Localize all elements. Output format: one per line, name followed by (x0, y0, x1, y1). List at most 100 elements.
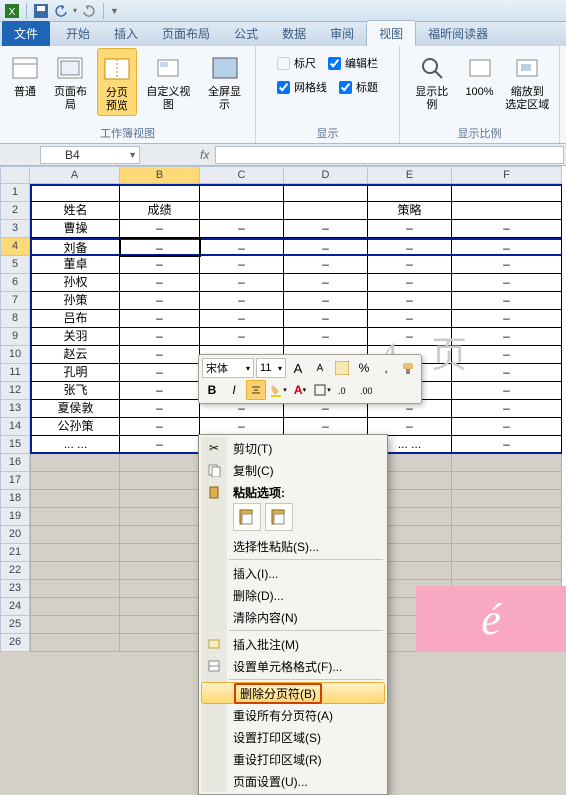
row-header[interactable]: 5 (0, 256, 30, 274)
cell[interactable]: 董卓 (30, 256, 120, 274)
cell[interactable] (120, 562, 200, 580)
cell[interactable]: – (368, 292, 452, 310)
cell[interactable] (452, 544, 562, 562)
cell[interactable] (200, 184, 284, 202)
cell[interactable] (452, 508, 562, 526)
menu-copy[interactable]: 复制(C) (201, 459, 385, 481)
cell[interactable]: – (200, 256, 284, 274)
cell[interactable]: – (120, 400, 200, 418)
comma-button[interactable]: , (376, 358, 396, 378)
italic-button[interactable]: I (224, 380, 244, 400)
formula-bar-checkbox[interactable]: 编辑栏 (322, 52, 384, 74)
cell[interactable]: – (120, 364, 200, 382)
cell[interactable] (120, 580, 200, 598)
cell[interactable]: – (120, 346, 200, 364)
cell[interactable] (120, 472, 200, 490)
paste-option-1[interactable] (233, 503, 261, 531)
cell[interactable]: – (452, 256, 562, 274)
menu-paste-special[interactable]: 选择性粘贴(S)... (201, 535, 385, 557)
cell[interactable]: – (120, 220, 200, 238)
cell[interactable] (120, 490, 200, 508)
cell[interactable] (120, 454, 200, 472)
cell[interactable]: – (200, 220, 284, 238)
cell[interactable]: – (200, 310, 284, 328)
cell[interactable] (452, 562, 562, 580)
menu-page-setup[interactable]: 页面设置(U)... (201, 770, 385, 792)
fx-label[interactable]: fx (194, 148, 215, 162)
percent-button[interactable]: % (354, 358, 374, 378)
cell[interactable]: – (120, 238, 200, 256)
cell[interactable]: – (368, 274, 452, 292)
headings-checkbox[interactable]: 标题 (333, 76, 384, 98)
cell[interactable] (30, 544, 120, 562)
cell[interactable] (120, 544, 200, 562)
tab-foxit[interactable]: 福昕阅读器 (416, 21, 500, 46)
cell[interactable] (120, 616, 200, 634)
col-header-c[interactable]: C (200, 166, 284, 184)
cell[interactable] (452, 526, 562, 544)
row-header[interactable]: 14 (0, 418, 30, 436)
menu-delete[interactable]: 删除(D)... (201, 584, 385, 606)
cell[interactable] (120, 184, 200, 202)
tab-view[interactable]: 视图 (366, 20, 416, 46)
cell[interactable] (120, 598, 200, 616)
cell[interactable]: – (284, 292, 368, 310)
row-header[interactable]: 10 (0, 346, 30, 364)
cell[interactable]: – (452, 364, 562, 382)
menu-insert[interactable]: 插入(I)... (201, 562, 385, 584)
cell[interactable]: 赵云 (30, 346, 120, 364)
save-icon[interactable] (33, 3, 49, 19)
cell[interactable]: – (368, 238, 452, 256)
cell[interactable]: – (120, 274, 200, 292)
tab-insert[interactable]: 插入 (102, 21, 150, 46)
tab-page-layout[interactable]: 页面布局 (150, 21, 222, 46)
row-header[interactable]: 25 (0, 616, 30, 634)
col-header-e[interactable]: E (368, 166, 452, 184)
menu-cut[interactable]: ✂剪切(T) (201, 437, 385, 459)
row-header[interactable]: 26 (0, 634, 30, 652)
fill-color-button[interactable]: ▾ (268, 380, 288, 400)
borders-button[interactable]: ▾ (312, 380, 332, 400)
row-header[interactable]: 11 (0, 364, 30, 382)
bold-button[interactable]: B (202, 380, 222, 400)
cell[interactable]: – (452, 400, 562, 418)
zoom-button[interactable]: 显示比例 (406, 48, 458, 114)
tab-review[interactable]: 审阅 (318, 21, 366, 46)
font-color-button[interactable]: A▾ (290, 380, 310, 400)
shrink-font-button[interactable]: A (310, 358, 330, 378)
cell[interactable]: – (368, 310, 452, 328)
cell[interactable] (452, 184, 562, 202)
cell[interactable]: – (452, 274, 562, 292)
cell[interactable] (30, 490, 120, 508)
row-header[interactable]: 19 (0, 508, 30, 526)
cell[interactable]: – (452, 436, 562, 454)
zoom-selection-button[interactable]: 缩放到 选定区域 (501, 48, 553, 114)
cell[interactable] (368, 184, 452, 202)
zoom-100-button[interactable]: 100% (460, 48, 500, 101)
menu-remove-page-break[interactable]: 删除分页符(B) (201, 682, 385, 704)
redo-icon[interactable] (81, 3, 97, 19)
custom-view-button[interactable]: 自定义视图 (139, 48, 198, 114)
cell[interactable] (30, 562, 120, 580)
tab-formulas[interactable]: 公式 (222, 21, 270, 46)
worksheet[interactable]: 4 页 A B C D E F 12姓名成绩策略3曹操–––––4刘备–––––… (0, 166, 566, 652)
cell[interactable] (120, 508, 200, 526)
cell[interactable] (452, 472, 562, 490)
row-header[interactable]: 7 (0, 292, 30, 310)
cell[interactable]: 孙策 (30, 292, 120, 310)
font-size-combo[interactable]: 11▾ (256, 358, 286, 378)
cell[interactable]: – (284, 256, 368, 274)
decrease-decimal-button[interactable]: .00 (356, 380, 376, 400)
cell[interactable] (30, 526, 120, 544)
full-screen-button[interactable]: 全屏显示 (200, 48, 249, 114)
cell[interactable]: – (284, 310, 368, 328)
menu-format-cells[interactable]: 设置单元格格式(F)... (201, 655, 385, 677)
tab-home[interactable]: 开始 (54, 21, 102, 46)
cell[interactable]: – (200, 274, 284, 292)
increase-decimal-button[interactable]: .0 (334, 380, 354, 400)
tab-file[interactable]: 文件 (2, 21, 50, 46)
cell[interactable] (30, 508, 120, 526)
cell[interactable] (120, 634, 200, 652)
tab-data[interactable]: 数据 (270, 21, 318, 46)
cell[interactable] (284, 202, 368, 220)
